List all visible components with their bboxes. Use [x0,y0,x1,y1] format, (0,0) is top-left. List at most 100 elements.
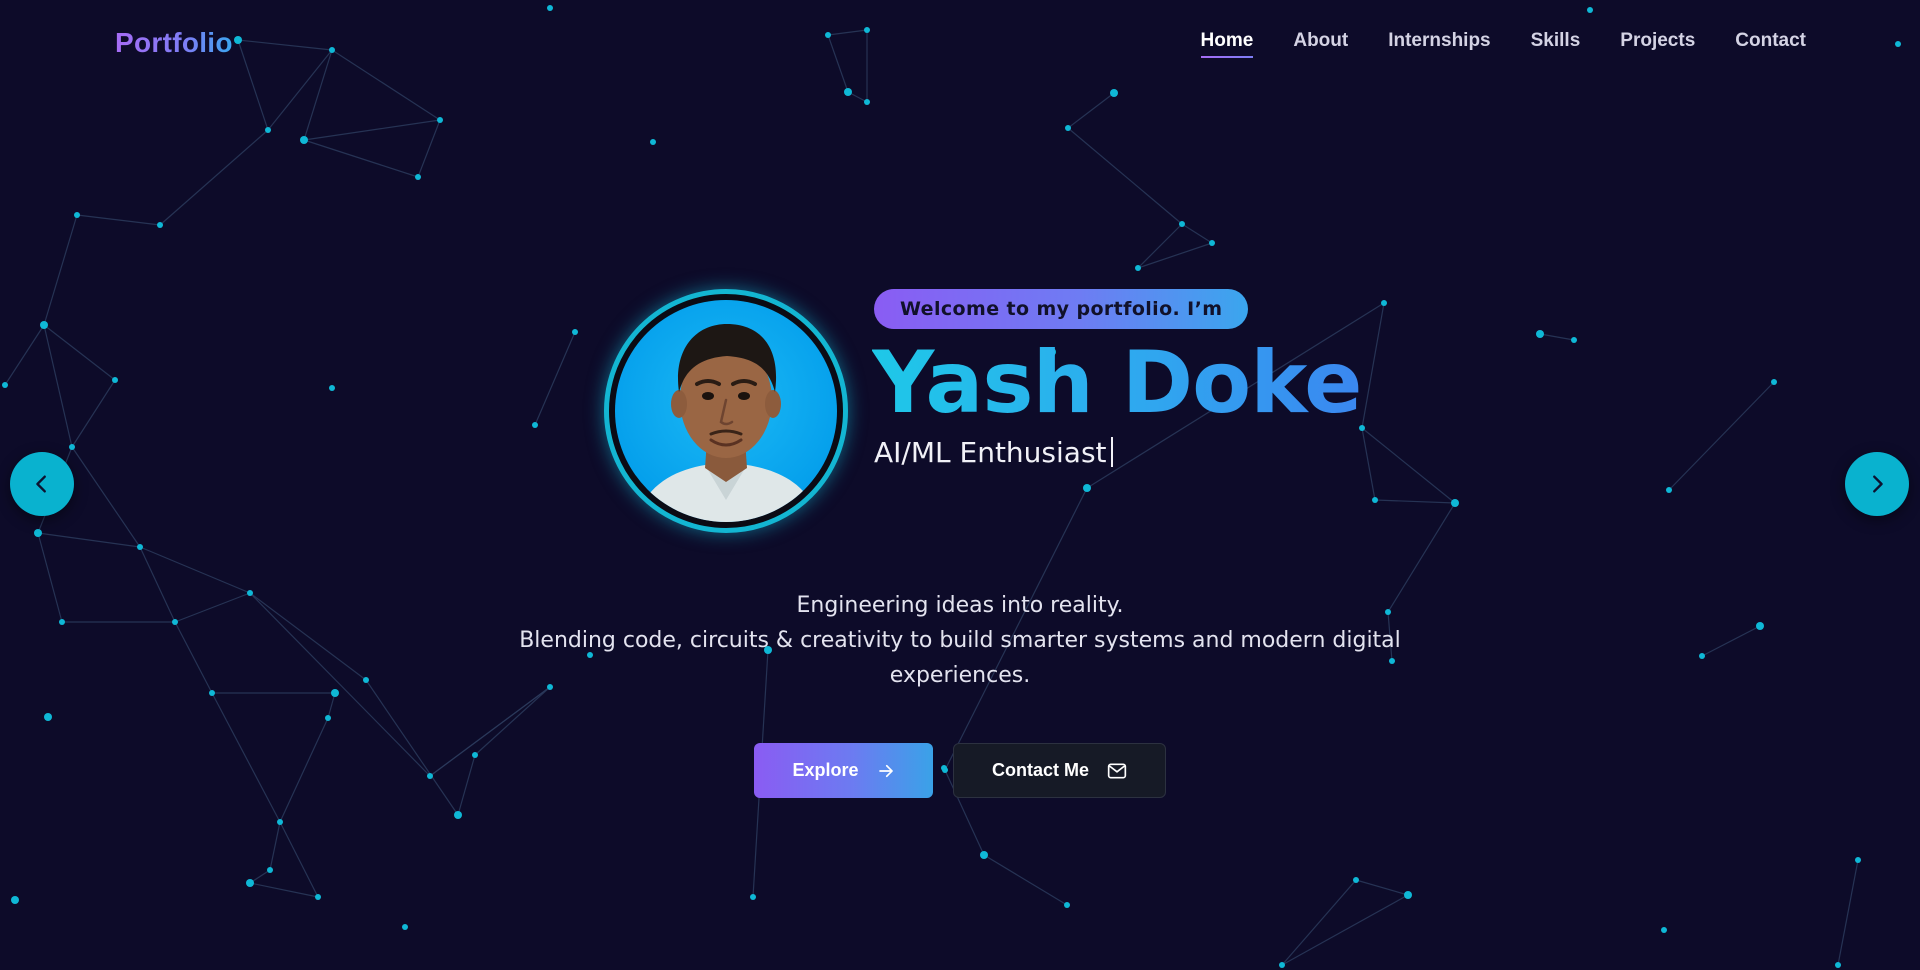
network-node [234,36,242,44]
network-link [43,324,116,381]
arrow-right-icon [878,764,893,777]
network-node [1666,487,1672,493]
carousel-prev-button[interactable] [10,452,74,516]
network-link [417,119,441,178]
network-node [532,422,538,428]
welcome-badge: Welcome to my portfolio. I’m [874,289,1249,329]
network-link [827,29,868,36]
network-node [267,867,273,873]
network-link [43,214,78,326]
network-node [864,27,870,33]
network-link [303,139,419,178]
network-node [329,385,335,391]
network-link [847,91,868,103]
network-node [1179,221,1185,227]
network-node [325,715,331,721]
typed-role-text: AI/ML Enthusiast [874,436,1107,469]
network-link [365,679,459,816]
network-node [844,88,852,96]
network-link [174,621,213,694]
profile-photo [615,300,837,522]
network-node [246,879,254,887]
nav-link-skills[interactable]: Skills [1531,30,1581,58]
network-link [279,717,329,823]
site-logo[interactable]: Portfolio [115,27,233,59]
network-node [157,222,163,228]
main-nav: Home About Internships Skills Projects C… [1200,30,1806,58]
network-link [237,39,269,131]
typed-role: AI/ML Enthusiast [874,436,1113,469]
network-node [1353,877,1359,883]
network-node [300,136,308,144]
network-node [572,329,578,335]
network-node [112,377,118,383]
chevron-left-icon [36,475,46,493]
network-node [1571,337,1577,343]
network-link [1361,427,1376,501]
network-link [267,49,333,131]
network-link [139,546,251,594]
network-node [11,896,19,904]
network-node [415,174,421,180]
network-link [1137,223,1183,269]
network-node [1451,499,1459,507]
network-node [825,32,831,38]
network-node [1083,484,1091,492]
network-link [249,869,271,884]
network-node [427,773,433,779]
explore-button[interactable]: Explore [754,743,933,798]
network-node [1756,622,1764,630]
network-node [980,851,988,859]
network-link [534,331,576,426]
nav-link-contact[interactable]: Contact [1735,30,1806,58]
network-node [40,321,48,329]
network-node [1064,902,1070,908]
network-link [1374,499,1456,504]
nav-link-internships[interactable]: Internships [1388,30,1490,58]
carousel-next-button[interactable] [1845,452,1909,516]
network-link [139,546,176,623]
hero-name: Yash Doke [872,333,1362,433]
contact-me-button[interactable]: Contact Me [953,743,1166,798]
network-node [69,444,75,450]
network-link [429,686,551,777]
network-link [1361,302,1385,429]
network-node [1536,330,1544,338]
network-node [941,765,947,771]
network-link [71,379,116,448]
network-link [71,446,141,548]
network-link [211,692,281,823]
network-node [209,690,215,696]
hero-tagline: Engineering ideas into reality. Blending… [480,588,1440,693]
network-node [1699,653,1705,659]
network-link [159,129,269,226]
nav-link-projects[interactable]: Projects [1620,30,1695,58]
network-link [1837,859,1859,966]
nav-link-home[interactable]: Home [1200,30,1253,58]
network-link [1137,242,1213,269]
network-link [429,686,551,777]
contact-me-button-label: Contact Me [991,760,1089,780]
network-link [249,592,431,777]
network-node [315,894,321,900]
network-node [172,619,178,625]
network-node [1372,497,1378,503]
typing-caret [1110,437,1113,467]
network-link [249,592,367,681]
tagline-line-2: Blending code, circuits & creativity to … [519,628,1401,688]
nav-link-about[interactable]: About [1293,30,1348,58]
network-link [279,821,319,898]
network-node [1065,125,1071,131]
network-node [1587,7,1593,13]
tagline-line-1: Engineering ideas into reality. [796,593,1124,618]
network-node [34,529,42,537]
network-link [1281,879,1357,966]
network-node [1835,962,1841,968]
explore-button-label: Explore [792,760,859,780]
network-node [59,619,65,625]
network-link [1361,427,1456,504]
network-node [2,382,8,388]
network-link [37,532,141,548]
network-link [1281,894,1409,966]
chevron-right-icon [1873,475,1883,493]
